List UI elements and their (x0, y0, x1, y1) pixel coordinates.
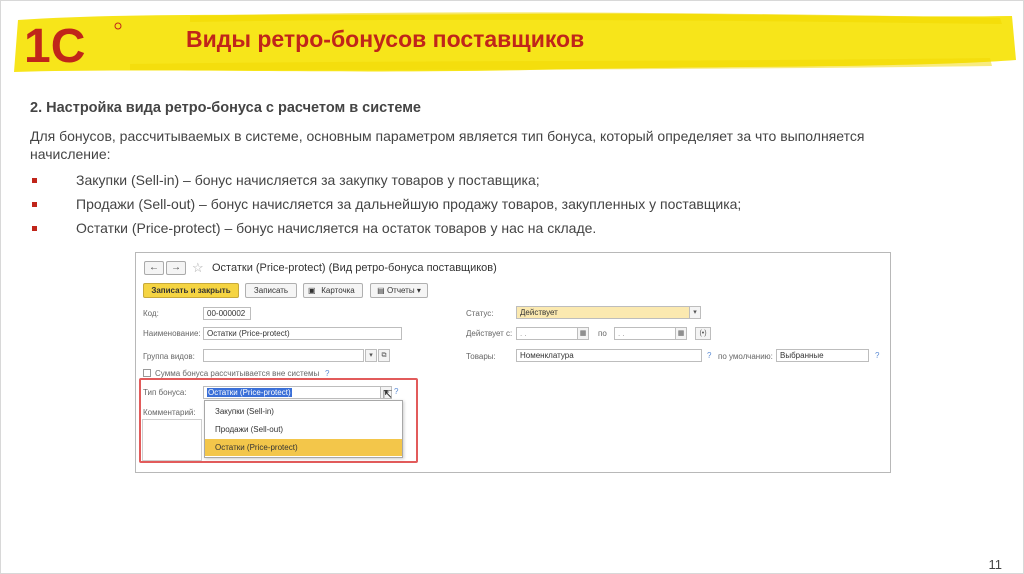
favorite-star-icon[interactable]: ☆ (192, 260, 204, 276)
printer-icon: ▣ (308, 286, 316, 295)
bonus-type-value: Остатки (Price-protect) (207, 388, 292, 397)
valid-from-label: Действует с: (466, 329, 513, 338)
help-icon[interactable]: ? (875, 351, 879, 360)
bullet-list: Закупки (Sell-in) – бонус начисляется за… (30, 171, 741, 243)
group-open-button[interactable]: ⧉ (378, 349, 390, 362)
bullet-text: Закупки (Sell-in) – бонус начисляется за… (76, 172, 540, 188)
card-button-label: Карточка (321, 286, 355, 295)
forward-button[interactable]: → (166, 261, 186, 275)
app-window-screenshot: ← → ☆ Остатки (Price-protect) (Вид ретро… (135, 252, 891, 473)
valid-from-field[interactable]: . . (516, 327, 578, 340)
reports-button-label: Отчеты (386, 286, 415, 295)
help-icon[interactable]: ? (707, 351, 711, 360)
outside-calc-label: Сумма бонуса рассчитывается вне системы (155, 369, 320, 378)
1c-logo: 1С (24, 20, 122, 70)
status-field[interactable]: Действует (516, 306, 690, 319)
comment-label: Комментарий: (143, 408, 196, 417)
back-button[interactable]: ← (144, 261, 164, 275)
bullet-marker (32, 178, 37, 183)
slide-title: Виды ретро-бонусов поставщиков (186, 26, 585, 52)
bullet-marker (32, 226, 37, 231)
group-label: Группа видов: (143, 352, 195, 361)
calendar-icon[interactable]: ▦ (577, 327, 589, 340)
window-title: Остатки (Price-protect) (Вид ретро-бонус… (212, 262, 497, 274)
bonus-type-label: Тип бонуса: (143, 388, 187, 397)
help-icon[interactable]: ? (325, 369, 329, 378)
card-button[interactable]: ▣ Карточка (303, 283, 363, 298)
section-heading: 2. Настройка вида ретро-бонуса с расчето… (30, 100, 421, 116)
group-field[interactable] (203, 349, 364, 362)
bonus-type-field[interactable]: Остатки (Price-protect) (203, 386, 381, 399)
outside-calc-checkbox[interactable] (143, 369, 151, 377)
bullet-item: Закупки (Sell-in) – бонус начисляется за… (30, 171, 741, 195)
dropdown-option-price-protect[interactable]: Остатки (Price-protect) (205, 439, 402, 456)
code-label: Код: (143, 309, 159, 318)
reports-button[interactable]: ▤ Отчеты ▾ (370, 283, 428, 298)
comment-field[interactable] (142, 419, 202, 461)
valid-to-field[interactable]: . . (614, 327, 676, 340)
goods-field[interactable]: Номенклатура (516, 349, 702, 362)
bullet-text: Остатки (Price-protect) – бонус начисляе… (76, 220, 597, 236)
intro-text: Для бонусов, рассчитываемых в системе, о… (30, 128, 865, 162)
bullet-text: Продажи (Sell-out) – бонус начисляется з… (76, 196, 742, 212)
save-and-close-button[interactable]: Записать и закрыть (143, 283, 239, 298)
save-button[interactable]: Записать (245, 283, 297, 298)
report-icon: ▤ (377, 286, 387, 295)
bullet-marker (32, 202, 37, 207)
group-dropdown-button[interactable]: ▾ (365, 349, 377, 362)
name-field[interactable]: Остатки (Price-protect) (203, 327, 402, 340)
period-select-icon[interactable]: (•) (695, 327, 711, 340)
bullet-item: Остатки (Price-protect) – бонус начисляе… (30, 219, 741, 243)
default-field[interactable]: Выбранные (776, 349, 869, 362)
dropdown-option-sell-in[interactable]: Закупки (Sell-in) (205, 403, 402, 420)
valid-to-label: по (598, 329, 607, 338)
chevron-down-icon: ▾ (414, 286, 421, 295)
calendar-icon[interactable]: ▦ (675, 327, 687, 340)
bonus-type-dropdown-list: Закупки (Sell-in) Продажи (Sell-out) Ост… (204, 400, 403, 458)
logo-text: 1С (24, 20, 85, 70)
code-field[interactable]: 00-000002 (203, 307, 251, 320)
goods-label: Товары: (466, 352, 496, 361)
page-number: 11 (988, 557, 1003, 572)
name-label: Наименование: (143, 329, 201, 338)
status-dropdown-button[interactable]: ▾ (689, 306, 701, 319)
bullet-item: Продажи (Sell-out) – бонус начисляется з… (30, 195, 741, 219)
dropdown-option-sell-out[interactable]: Продажи (Sell-out) (205, 421, 402, 438)
help-icon[interactable]: ? (394, 387, 398, 396)
status-label: Статус: (466, 309, 494, 318)
default-label: по умолчанию: (718, 352, 773, 361)
